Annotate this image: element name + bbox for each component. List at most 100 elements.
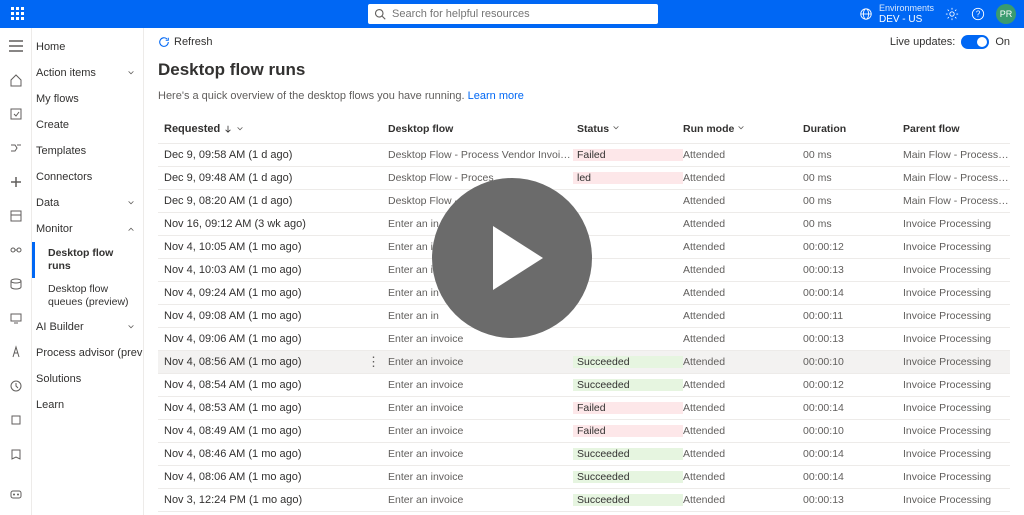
- chevron-down-icon: [127, 69, 135, 77]
- cell-parent-flow: Invoice Processing: [903, 264, 1010, 276]
- table-row[interactable]: Nov 4, 09:06 AM (1 mo ago)Enter an invoi…: [158, 328, 1010, 351]
- cell-parent-flow: Main Flow - Process AI Builder Docu...: [903, 149, 1010, 161]
- data-icon[interactable]: [6, 274, 26, 294]
- col-desktop-flow[interactable]: Desktop flow: [388, 123, 573, 135]
- cell-requested: Nov 4, 08:49 AM (1 mo ago): [158, 425, 388, 437]
- sidebar-item-process-advisor[interactable]: Process advisor (preview): [32, 340, 143, 366]
- sidebar-item-desktop-flow-queues[interactable]: Desktop flow queues (preview): [32, 278, 143, 314]
- cell-run-mode: Attended: [683, 379, 803, 391]
- home-icon[interactable]: [6, 70, 26, 90]
- video-play-button[interactable]: [432, 178, 592, 338]
- cell-duration: 00 ms: [803, 195, 903, 207]
- col-status[interactable]: Status: [573, 123, 683, 135]
- cell-requested: Nov 4, 10:05 AM (1 mo ago): [158, 241, 388, 253]
- cell-parent-flow: Invoice Processing: [903, 448, 1010, 460]
- cell-run-mode: Attended: [683, 356, 803, 368]
- table-row[interactable]: Nov 4, 08:53 AM (1 mo ago)Enter an invoi…: [158, 397, 1010, 420]
- cell-desktop-flow: Enter an invoice: [388, 333, 573, 345]
- environment-icon: [859, 7, 873, 21]
- settings-icon[interactable]: [944, 6, 960, 22]
- cell-duration: 00:00:13: [803, 264, 903, 276]
- live-updates-toggle[interactable]: [961, 35, 989, 49]
- cell-requested: Dec 9, 09:48 AM (1 d ago): [158, 172, 388, 184]
- table-row[interactable]: Nov 3, 12:24 PM (1 mo ago)Enter an invoi…: [158, 489, 1010, 512]
- monitor-icon[interactable]: [6, 308, 26, 328]
- table-row[interactable]: Nov 4, 08:56 AM (1 mo ago)⋮Enter an invo…: [158, 351, 1010, 374]
- search-box[interactable]: [368, 4, 658, 24]
- sidebar-item-learn[interactable]: Learn: [32, 392, 143, 418]
- ai-builder-icon[interactable]: [6, 342, 26, 362]
- col-requested[interactable]: Requested: [158, 123, 388, 135]
- process-advisor-icon[interactable]: [6, 376, 26, 396]
- cell-requested: Nov 4, 10:03 AM (1 mo ago): [158, 264, 388, 276]
- menu-icon[interactable]: [6, 36, 26, 56]
- table-header: Requested Desktop flow Status Run mode D…: [158, 116, 1010, 144]
- sidebar-item-connectors[interactable]: Connectors: [32, 164, 143, 190]
- sidebar-item-data[interactable]: Data: [32, 190, 143, 216]
- help-icon[interactable]: ?: [970, 6, 986, 22]
- sidebar-item-my-flows[interactable]: My flows: [32, 86, 143, 112]
- cell-run-mode: Attended: [683, 425, 803, 437]
- learn-icon[interactable]: [6, 444, 26, 464]
- solutions-icon[interactable]: [6, 410, 26, 430]
- flows-icon[interactable]: [6, 138, 26, 158]
- table-row[interactable]: Dec 9, 08:20 AM (1 d ago)Desktop Flow -A…: [158, 190, 1010, 213]
- live-updates-label: Live updates:: [890, 36, 955, 48]
- cell-run-mode: Attended: [683, 448, 803, 460]
- cell-status: Failed: [573, 149, 683, 161]
- cell-requested: Nov 4, 09:24 AM (1 mo ago): [158, 287, 388, 299]
- table-row[interactable]: Dec 9, 09:58 AM (1 d ago)Desktop Flow - …: [158, 144, 1010, 167]
- cell-parent-flow: Invoice Processing: [903, 241, 1010, 253]
- cell-duration: 00:00:12: [803, 379, 903, 391]
- cell-parent-flow: Invoice Processing: [903, 356, 1010, 368]
- table-row[interactable]: Nov 4, 08:06 AM (1 mo ago)Enter an invoi…: [158, 466, 1010, 489]
- table-row[interactable]: Nov 4, 09:08 AM (1 mo ago)Enter an inAtt…: [158, 305, 1010, 328]
- sidebar-item-templates[interactable]: Templates: [32, 138, 143, 164]
- sidebar-item-desktop-flow-runs[interactable]: Desktop flow runs: [32, 242, 143, 278]
- sidebar-item-create[interactable]: Create: [32, 112, 143, 138]
- search-input[interactable]: [392, 8, 652, 20]
- cell-run-mode: Attended: [683, 218, 803, 230]
- table-row[interactable]: Nov 4, 08:49 AM (1 mo ago)Enter an invoi…: [158, 420, 1010, 443]
- cell-desktop-flow: Enter an invoice: [388, 471, 573, 483]
- chatbot-icon[interactable]: [6, 485, 26, 505]
- sidebar-item-solutions[interactable]: Solutions: [32, 366, 143, 392]
- app-launcher-icon[interactable]: [8, 4, 28, 24]
- cell-parent-flow: Main Flow - Process AI Builder Docu...: [903, 172, 1010, 184]
- learn-more-link[interactable]: Learn more: [468, 90, 524, 102]
- cell-desktop-flow: Desktop Flow - Proces: [388, 172, 573, 184]
- cell-duration: 00:00:12: [803, 241, 903, 253]
- sidebar-item-ai-builder[interactable]: AI Builder: [32, 314, 143, 340]
- env-label: Environments: [879, 3, 934, 14]
- table-row[interactable]: Nov 4, 08:46 AM (1 mo ago)Enter an invoi…: [158, 443, 1010, 466]
- cell-parent-flow: Invoice Processing: [903, 218, 1010, 230]
- row-more-icon[interactable]: ⋮: [367, 357, 380, 367]
- action-items-icon[interactable]: [6, 104, 26, 124]
- cell-requested: Nov 4, 08:46 AM (1 mo ago): [158, 448, 388, 460]
- cell-parent-flow: Invoice Processing: [903, 425, 1010, 437]
- templates-icon[interactable]: [6, 206, 26, 226]
- environment-picker[interactable]: Environments DEV - US: [859, 3, 934, 25]
- cell-status: Succeeded: [573, 356, 683, 368]
- sidebar-item-home[interactable]: Home: [32, 34, 143, 60]
- search-icon: [374, 8, 386, 20]
- sidebar-item-monitor[interactable]: Monitor: [32, 216, 143, 242]
- table-row[interactable]: Dec 9, 09:48 AM (1 d ago)Desktop Flow - …: [158, 167, 1010, 190]
- cell-duration: 00 ms: [803, 149, 903, 161]
- create-icon[interactable]: [6, 172, 26, 192]
- avatar[interactable]: PR: [996, 4, 1016, 24]
- col-parent-flow[interactable]: Parent flow: [903, 123, 1010, 135]
- cell-run-mode: Attended: [683, 264, 803, 276]
- sidebar-item-action-items[interactable]: Action items: [32, 60, 143, 86]
- cell-duration: 00 ms: [803, 218, 903, 230]
- col-duration[interactable]: Duration: [803, 123, 903, 135]
- svg-text:?: ?: [976, 10, 981, 19]
- col-run-mode[interactable]: Run mode: [683, 123, 803, 135]
- table-row[interactable]: Nov 4, 08:54 AM (1 mo ago)Enter an invoi…: [158, 374, 1010, 397]
- connectors-icon[interactable]: [6, 240, 26, 260]
- refresh-button[interactable]: Refresh: [158, 36, 213, 48]
- cell-duration: 00 ms: [803, 172, 903, 184]
- cell-duration: 00:00:11: [803, 310, 903, 322]
- cell-status: led: [573, 172, 683, 184]
- cell-status: Failed: [573, 425, 683, 437]
